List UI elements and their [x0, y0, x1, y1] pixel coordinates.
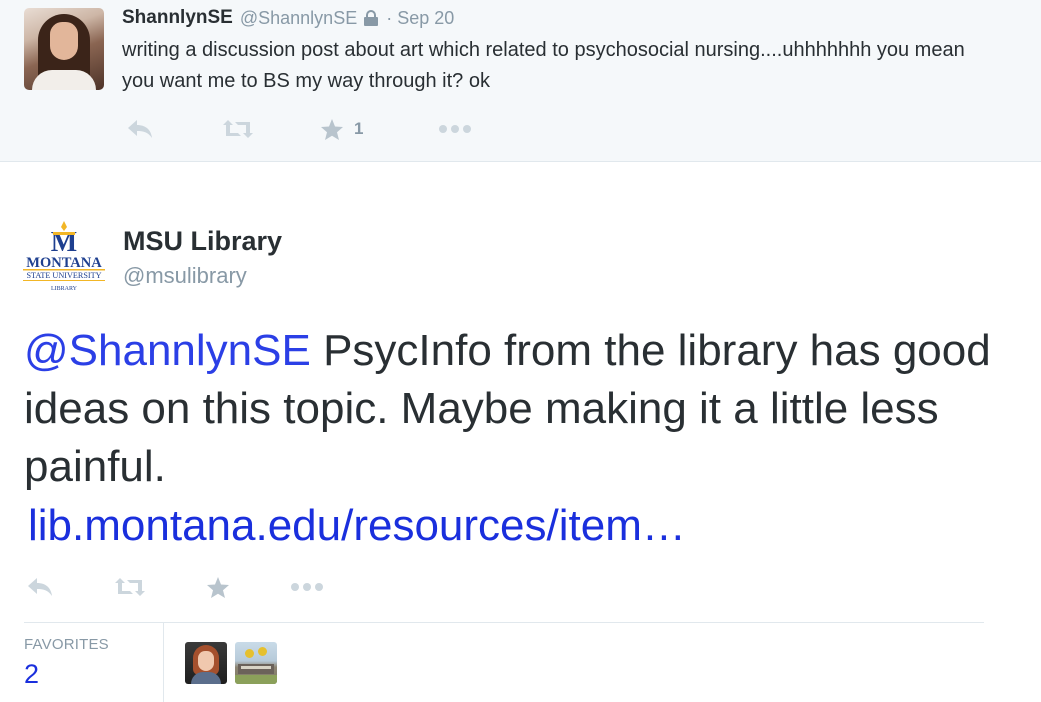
- msu-library-logo[interactable]: M MONTANA STATE UNIVERSITY LIBRARY: [22, 219, 106, 299]
- logo-line3: LIBRARY: [51, 286, 78, 292]
- resource-link[interactable]: lib.montana.edu/resources/item…: [24, 497, 686, 555]
- more-dots-icon: [439, 125, 471, 133]
- parent-tweet-text: writing a discussion post about art whic…: [122, 39, 965, 92]
- more-button[interactable]: [438, 114, 478, 144]
- parent-favorite-count: 1: [354, 119, 364, 138]
- star-icon: [321, 118, 343, 140]
- main-tweet-text: @ShannlynSE PsycInfo from the library ha…: [24, 322, 1024, 496]
- logo-letter: M: [51, 227, 77, 258]
- tweet-stats: FAVORITES 2: [24, 622, 984, 702]
- reply-button[interactable]: [26, 572, 114, 602]
- retweet-icon: [115, 578, 145, 596]
- favorite-button[interactable]: 1: [320, 114, 438, 144]
- reply-icon: [128, 120, 152, 138]
- mention-link[interactable]: @ShannlynSE: [24, 326, 311, 375]
- more-button[interactable]: [290, 572, 330, 602]
- main-display-name[interactable]: MSU Library: [123, 226, 282, 257]
- favoriter-avatars: [185, 642, 285, 684]
- star-icon: [207, 576, 229, 598]
- retweet-button[interactable]: [222, 114, 320, 144]
- reply-icon: [28, 578, 52, 596]
- header-separator: ·: [386, 7, 393, 28]
- main-tweet-actions: [26, 572, 330, 602]
- reply-button[interactable]: [126, 114, 222, 144]
- parent-tweet-actions: 1: [126, 114, 478, 144]
- shannlyn-avatar[interactable]: [24, 8, 104, 90]
- favorites-count[interactable]: 2: [24, 659, 39, 690]
- retweet-button[interactable]: [114, 572, 206, 602]
- lock-icon: [364, 9, 379, 27]
- parent-display-name[interactable]: ShannlynSE: [122, 7, 233, 29]
- resource-link-text[interactable]: lib.montana.edu/resources/item…: [28, 501, 686, 550]
- favorites-label: FAVORITES: [24, 636, 109, 653]
- favorite-button[interactable]: [206, 572, 290, 602]
- more-dots-icon: [291, 583, 323, 591]
- logo-line1: MONTANA: [26, 255, 102, 271]
- favoriter-avatar[interactable]: [235, 642, 277, 684]
- favoriter-avatar[interactable]: [185, 642, 227, 684]
- parent-tweet-header: ShannlynSE @ShannlynSE · Sep 20: [122, 6, 454, 30]
- parent-timestamp[interactable]: Sep 20: [397, 8, 454, 29]
- logo-line2: STATE UNIVERSITY: [26, 271, 101, 280]
- main-handle[interactable]: @msulibrary: [123, 263, 247, 289]
- parent-tweet[interactable]: ShannlynSE @ShannlynSE · Sep 20 writing …: [0, 0, 1041, 162]
- parent-handle[interactable]: @ShannlynSE: [240, 8, 357, 29]
- favorites-stat[interactable]: FAVORITES 2: [24, 623, 164, 702]
- retweet-icon: [223, 120, 253, 138]
